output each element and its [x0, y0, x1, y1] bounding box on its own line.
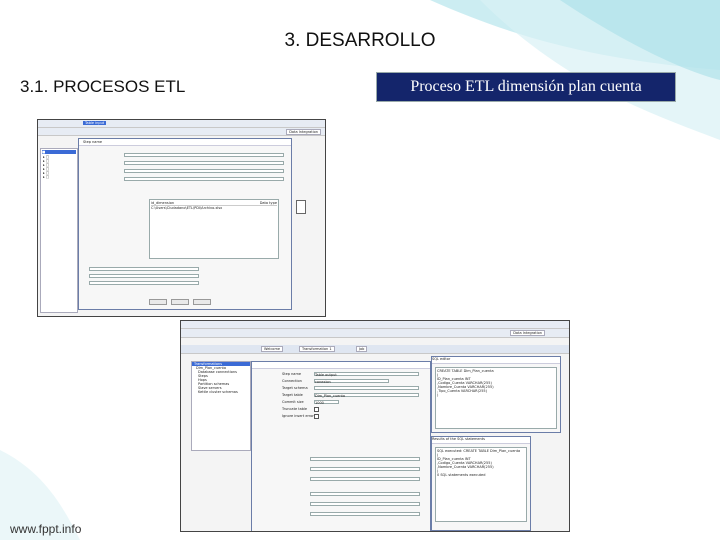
- options-field-3[interactable]: [89, 281, 199, 285]
- tab-job[interactable]: Job: [356, 346, 368, 352]
- commit-size-input[interactable]: 1000: [314, 400, 339, 405]
- dialog-header: Step name: [79, 139, 291, 146]
- ignore-errors-checkbox[interactable]: [314, 414, 319, 419]
- range-field[interactable]: [124, 177, 284, 181]
- label-target-schema: Target schema: [282, 386, 308, 390]
- connection-field[interactable]: [124, 161, 284, 165]
- explorer-tree: Transformations Dim_Plan_cuenta Database…: [191, 361, 251, 451]
- table-input-dialog: Step name id_dimension Data type C:\User…: [78, 138, 292, 310]
- explorer-panel: ■ ▸ □ ▸ □ ▸ □ ▸ □ ▸ □ ▸ □: [40, 148, 78, 313]
- toolbar: Data Integration: [181, 329, 569, 338]
- tab-bar: Welcome Transformation 1 Job: [181, 345, 569, 354]
- window-titlebar: Table input: [38, 120, 325, 128]
- connection-select[interactable]: conexion: [314, 379, 389, 384]
- screenshot-table-output: Data Integration Welcome Transformation …: [180, 320, 570, 532]
- slide-title: 3. DESARROLLO: [284, 30, 436, 51]
- file-list-table: id_dimension Data type C:\Users\Ciudadan…: [149, 199, 279, 259]
- step-name-field[interactable]: [124, 153, 284, 157]
- path-highlight: Table input: [83, 121, 107, 125]
- results-dialog-header: Results of the SQL statements: [432, 437, 530, 444]
- tree-item-cluster-schemas[interactable]: Kettle cluster schemas: [192, 390, 250, 394]
- step-name-input[interactable]: Table output: [314, 372, 419, 377]
- window-titlebar: [181, 321, 569, 329]
- process-title-box: Proceso ETL dimensión plan cuenta: [376, 72, 676, 102]
- results-text-area: SQL executed: CREATE TABLE Dim_Plan_cuen…: [435, 447, 527, 522]
- option-field-3[interactable]: [310, 477, 420, 481]
- label-ignore-errors: Ignore insert errors: [282, 414, 316, 418]
- option-field-5[interactable]: [310, 502, 420, 506]
- dialog-header: [252, 362, 430, 369]
- perspective-tab[interactable]: Data Integration: [286, 129, 321, 135]
- target-schema-input[interactable]: [314, 386, 419, 390]
- cancel-button[interactable]: [193, 299, 211, 305]
- option-field-4[interactable]: [310, 492, 420, 496]
- ok-button[interactable]: [149, 299, 167, 305]
- perspective-tab[interactable]: Data Integration: [510, 330, 545, 336]
- target-table-input[interactable]: Dim_Plan_cuenta: [314, 393, 419, 398]
- tab-transformation[interactable]: Transformation 1: [299, 346, 335, 352]
- option-field-2[interactable]: [310, 467, 420, 471]
- label-step-name: Step name: [282, 372, 302, 376]
- options-field-1[interactable]: [89, 267, 199, 271]
- option-field-6[interactable]: [310, 512, 420, 516]
- label-commit-size: Commit size: [282, 400, 304, 404]
- preview-button[interactable]: [171, 299, 189, 305]
- sql-editor-dialog: SQL editor CREATE TABLE Dim_Plan_cuenta …: [431, 356, 561, 433]
- sql-text-area[interactable]: CREATE TABLE Dim_Plan_cuenta ( ID_Plan_c…: [435, 367, 557, 429]
- options-field-2[interactable]: [89, 274, 199, 278]
- label-connection: Connection: [282, 379, 302, 383]
- sql-results-dialog: Results of the SQL statements SQL execut…: [431, 436, 531, 531]
- step-icon[interactable]: [296, 200, 306, 214]
- toolbar: Data Integration: [38, 128, 325, 136]
- sheet-field[interactable]: [124, 169, 284, 173]
- label-target-table: Target table: [282, 393, 303, 397]
- sql-dialog-header: SQL editor: [432, 357, 560, 364]
- truncate-checkbox[interactable]: [314, 407, 319, 412]
- slide-subtitle: 3.1. PROCESOS ETL: [20, 77, 186, 96]
- option-field-1[interactable]: [310, 457, 420, 461]
- screenshot-table-input: Table input Data Integration ■ ▸ □ ▸ □ ▸…: [37, 119, 326, 317]
- label-truncate-table: Truncate table: [282, 407, 308, 411]
- tab-welcome[interactable]: Welcome: [261, 346, 284, 352]
- footer-url: www.fppt.info: [10, 522, 82, 536]
- table-output-dialog: Step name Table output Connection conexi…: [251, 361, 431, 531]
